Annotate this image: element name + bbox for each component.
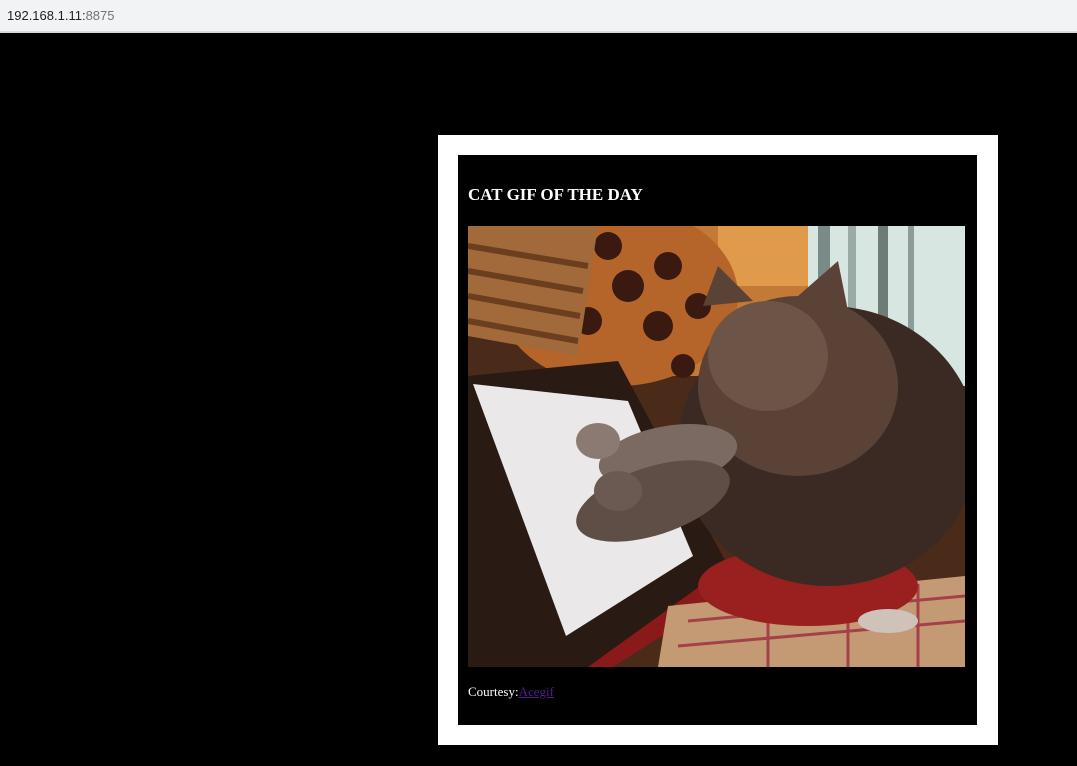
url-text[interactable]: 192.168.1.11:8875 [7,8,114,23]
cat-gif-card: CAT GIF OF THE DAY Courtesy:Acegif [458,155,977,725]
courtesy-link[interactable]: Acegif [519,684,554,699]
courtesy-label: Courtesy: [468,684,519,699]
page-viewport: CAT GIF OF THE DAY Courtesy:Acegif [0,35,1077,766]
url-host: 192.168.1.11: [7,8,86,23]
cat-gif-illustration [468,226,965,667]
cat-gif-image [468,226,965,667]
page-title: CAT GIF OF THE DAY [468,185,643,204]
courtesy-line: Courtesy:Acegif [468,684,554,700]
cat-gif-card-frame: CAT GIF OF THE DAY Courtesy:Acegif [438,135,998,745]
url-port: 8875 [85,8,115,23]
address-bar[interactable]: 192.168.1.11:8875 [0,0,1077,33]
